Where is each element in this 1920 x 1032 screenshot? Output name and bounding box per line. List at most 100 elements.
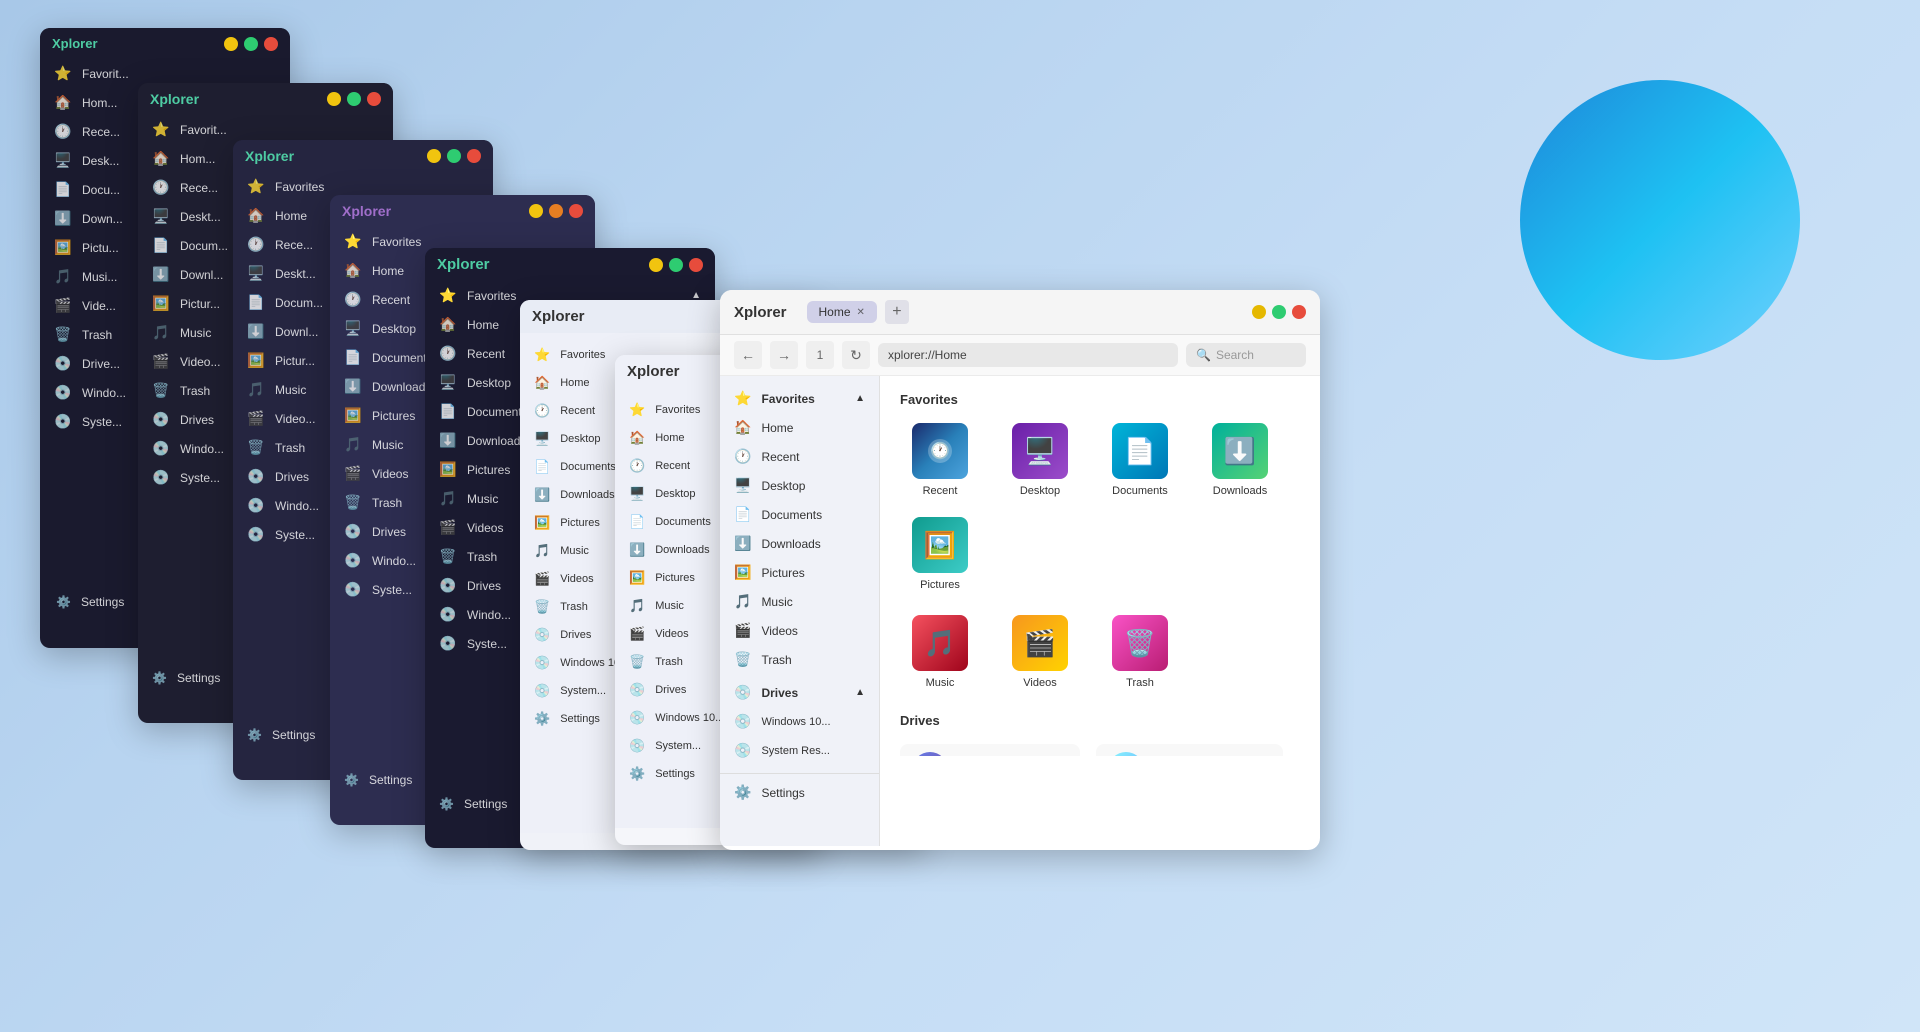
lbl: Downloads — [655, 544, 709, 556]
close-btn-1[interactable] — [264, 37, 278, 51]
favorites-folder-grid: 🕐 Recent 🖥️ Desktop 📄 Documents — [900, 423, 1300, 591]
folder-downloads[interactable]: ⬇️ Downloads — [1200, 423, 1280, 497]
drives-ms: 💿 — [734, 684, 751, 701]
sidebar-label: Pictur... — [180, 297, 220, 311]
main-min-btn[interactable] — [1252, 305, 1266, 319]
ms-settings[interactable]: ⚙️ Settings — [720, 773, 879, 807]
ms-win10[interactable]: 💿 Windows 10... — [720, 707, 879, 736]
recent-icon: 🕐 — [54, 123, 72, 140]
ms-fav[interactable]: ⭐ Favorites ▲ — [720, 384, 879, 413]
sysres-icon: 💿 — [54, 413, 72, 430]
sidebar-label: Drive... — [82, 357, 120, 371]
folder-recent[interactable]: 🕐 Recent — [900, 423, 980, 497]
minimize-btn-2[interactable] — [327, 92, 341, 106]
minimize-btn-3[interactable] — [427, 149, 441, 163]
main-close-btn[interactable] — [1292, 305, 1306, 319]
lbl: Windows 10... — [761, 716, 830, 728]
lbl: Music — [761, 595, 792, 609]
main-window: Xplorer Home ✕ + ← → 1 ↻ xplorer://Home … — [720, 290, 1320, 850]
sidebar-label: Favorit... — [180, 123, 227, 137]
close-btn-3[interactable] — [467, 149, 481, 163]
lbl: Favorites — [655, 404, 700, 416]
lbl: Pictures — [467, 463, 510, 477]
recent-7: 🕐 — [629, 458, 645, 474]
win-4: 💿 — [344, 552, 362, 569]
video-4: 🎬 — [344, 465, 362, 482]
drive-windows[interactable]: 💿 Windows 10 (C:\) — [900, 744, 1080, 756]
ms-sys[interactable]: 💿 System Res... — [720, 736, 879, 765]
folder-desktop[interactable]: 🖥️ Desktop — [1000, 423, 1080, 497]
music-ms: 🎵 — [734, 593, 751, 610]
app-title-4: Xplorer — [342, 203, 391, 219]
settings-icon: ⚙️ — [56, 595, 71, 609]
lbl: System... — [655, 740, 701, 752]
sys-5: 💿 — [439, 635, 457, 652]
max-5[interactable] — [669, 258, 683, 272]
ms-home[interactable]: 🏠 Home — [720, 413, 879, 442]
min-4[interactable] — [529, 204, 543, 218]
sidebar-label: Docum... — [180, 239, 228, 253]
drive-system[interactable]: 💿 System Reserved (D:\) — [1096, 744, 1283, 756]
lbl: Downloads — [372, 380, 431, 394]
lbl: Windo... — [275, 499, 319, 513]
back-btn[interactable]: ← — [734, 341, 762, 369]
search-bar[interactable]: 🔍 Search — [1186, 343, 1306, 367]
sidebar-label: Vide... — [82, 299, 116, 313]
music-4: 🎵 — [344, 436, 362, 453]
ms-docs[interactable]: 📄 Documents — [720, 500, 879, 529]
ms-pics[interactable]: 🖼️ Pictures — [720, 558, 879, 587]
max-4[interactable] — [549, 204, 563, 218]
maximize-btn-3[interactable] — [447, 149, 461, 163]
min-5[interactable] — [649, 258, 663, 272]
main-max-btn[interactable] — [1272, 305, 1286, 319]
lbl: Home — [761, 421, 793, 435]
drives-section-title: Drives — [900, 713, 1300, 728]
lbl: Music — [372, 438, 403, 452]
close-4[interactable] — [569, 204, 583, 218]
address-bar[interactable]: xplorer://Home — [878, 343, 1178, 367]
doc-icon-3: 📄 — [247, 294, 265, 311]
sidebar-label: Downl... — [180, 268, 223, 282]
sidebar-label: Deskt... — [180, 210, 221, 224]
folder-icon-documents: 📄 — [1112, 423, 1168, 479]
folder-music[interactable]: 🎵 Music — [900, 615, 980, 689]
close-5[interactable] — [689, 258, 703, 272]
pics-icon-3: 🖼️ — [247, 352, 265, 369]
sys-7: 💿 — [629, 738, 645, 754]
minimize-btn-1[interactable] — [224, 37, 238, 51]
refresh-btn[interactable]: ↻ — [842, 341, 870, 369]
doc-6: 📄 — [534, 459, 550, 475]
main-tab-home[interactable]: Home ✕ — [807, 301, 877, 323]
lbl: Drives — [467, 579, 501, 593]
lbl: Music — [467, 492, 498, 506]
folder-videos[interactable]: 🎬 Videos — [1000, 615, 1080, 689]
video-ms: 🎬 — [734, 622, 751, 639]
new-tab-btn[interactable]: + — [885, 300, 909, 324]
ms-music[interactable]: 🎵 Music — [720, 587, 879, 616]
ms-desktop[interactable]: 🖥️ Desktop — [720, 471, 879, 500]
trash-icon: 🗑️ — [54, 326, 72, 343]
settings-icon-2: ⚙️ — [152, 671, 167, 685]
lbl: Drives — [560, 629, 591, 641]
forward-btn[interactable]: → — [770, 341, 798, 369]
sidebar-label: Rece... — [82, 125, 120, 139]
lbl: Recent — [467, 347, 505, 361]
traffic-lights-4 — [529, 204, 583, 218]
ms-trash[interactable]: 🗑️ Trash — [720, 645, 879, 674]
close-btn-2[interactable] — [367, 92, 381, 106]
folder-documents[interactable]: 📄 Documents — [1100, 423, 1180, 497]
folder-pictures[interactable]: 🖼️ Pictures — [900, 517, 980, 591]
home-7: 🏠 — [629, 430, 645, 446]
win-icon: 💿 — [54, 384, 72, 401]
folder-trash[interactable]: 🗑️ Trash — [1100, 615, 1180, 689]
ms-drives[interactable]: 💿 Drives ▲ — [720, 678, 879, 707]
lbl: Syste... — [275, 528, 315, 542]
maximize-btn-1[interactable] — [244, 37, 258, 51]
ms-recent[interactable]: 🕐 Recent — [720, 442, 879, 471]
tab-close-btn[interactable]: ✕ — [857, 307, 865, 318]
dl-7: ⬇️ — [629, 542, 645, 558]
ms-dl[interactable]: ⬇️ Downloads — [720, 529, 879, 558]
pictures-icon: 🖼️ — [54, 239, 72, 256]
ms-videos[interactable]: 🎬 Videos — [720, 616, 879, 645]
maximize-btn-2[interactable] — [347, 92, 361, 106]
